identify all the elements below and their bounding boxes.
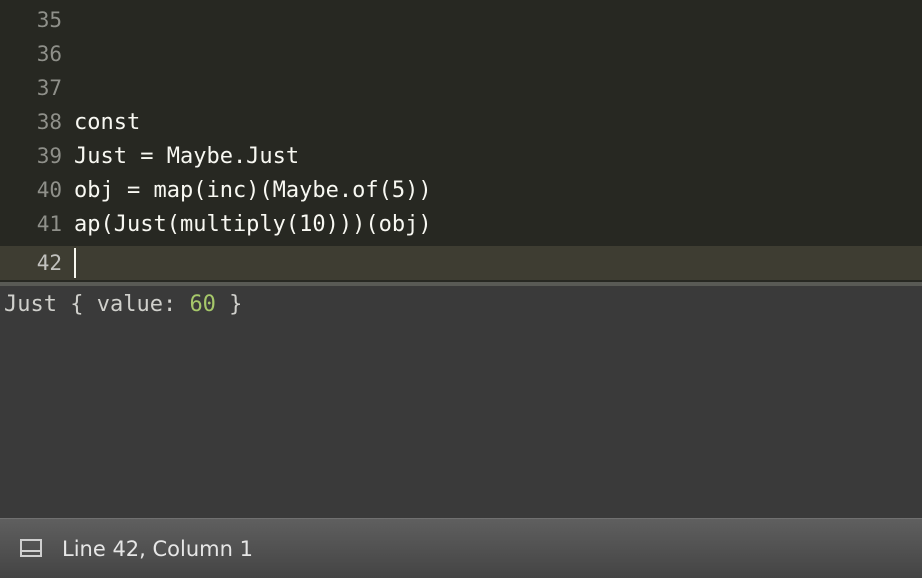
line-number: 41 (36, 212, 62, 236)
editor-line[interactable]: 38 const (0, 105, 922, 139)
line-number: 40 (36, 178, 62, 202)
cursor-position[interactable]: Line 42, Column 1 (62, 537, 253, 561)
line-number: 35 (36, 8, 62, 32)
line-number: 38 (36, 110, 62, 134)
text-caret (74, 248, 76, 278)
console-output: Just { value: 60 } (4, 292, 242, 317)
editor-line[interactable]: 36 (0, 37, 922, 71)
panel-toggle-icon[interactable] (20, 539, 42, 557)
line-number: 36 (36, 42, 62, 66)
line-code[interactable]: Just = Maybe.Just (74, 144, 299, 169)
line-code[interactable]: ap(Just(multiply(10)))(obj) (74, 212, 432, 237)
code-editor[interactable]: 35 36 37 38 const 39 Just = Maybe.Just 4… (0, 0, 922, 282)
editor-line[interactable]: 41 ap(Just(multiply(10)))(obj) (0, 207, 922, 241)
status-bar: Line 42, Column 1 (0, 518, 922, 578)
editor-line[interactable]: 35 (0, 3, 922, 37)
editor-line[interactable]: 39 Just = Maybe.Just (0, 139, 922, 173)
output-prefix: Just { value: (4, 292, 190, 317)
line-code[interactable]: const (74, 110, 140, 135)
output-suffix: } (215, 292, 243, 317)
editor-line[interactable]: 40 obj = map(inc)(Maybe.of(5)) (0, 173, 922, 207)
line-number: 37 (36, 76, 62, 100)
line-number: 39 (36, 144, 62, 168)
output-value: 60 (189, 292, 216, 317)
output-console[interactable]: Just { value: 60 } (0, 286, 922, 518)
line-number: 42 (36, 251, 62, 275)
editor-line-current[interactable]: 42 (0, 246, 922, 280)
editor-line[interactable]: 37 (0, 71, 922, 105)
line-code[interactable]: obj = map(inc)(Maybe.of(5)) (74, 178, 432, 203)
